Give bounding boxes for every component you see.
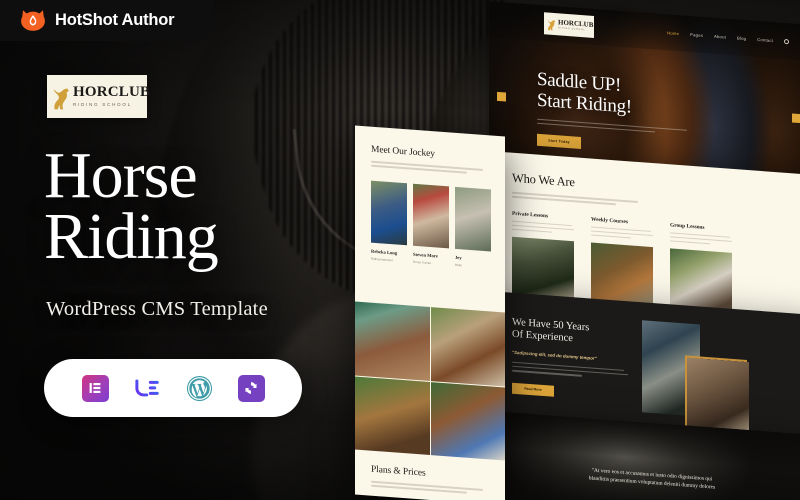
mockup-jockey-member: Rebeka Long Riding Instructor [371, 180, 407, 263]
mockup-who-column-text [512, 220, 574, 234]
mockup-jockey-member: Steven More Horse Trainer [413, 183, 449, 266]
mockup-jockey-name: Steven More [413, 251, 438, 259]
mockup-gallery-image [430, 381, 505, 461]
mockup-jockey-paragraph [371, 160, 491, 175]
mockup-jockey-members: Rebeka Long Riding Instructor Steven Mor… [371, 180, 491, 269]
tech-stack-pill [44, 359, 302, 417]
mockup-who-column-text [591, 226, 653, 240]
hotshot-author-label: HotShot Author [55, 11, 175, 29]
mockup-gallery-image [355, 301, 430, 381]
mockup-jockey-photo [371, 180, 407, 245]
mockup-who-column: Weekly Courses [591, 216, 653, 310]
mockup-who-column-title: Group Lessons [670, 222, 705, 231]
mockup-who-column-title: Private Lessons [512, 210, 549, 220]
mockup-jockey-heading: Meet Our Jockey [371, 144, 435, 160]
mockup-plans-section: Plans & Prices [371, 465, 491, 495]
wordpress-glyph [186, 375, 212, 401]
logo-name: HORCLUB [73, 84, 151, 101]
mockup-jockey-role: Horse Trainer [413, 259, 432, 265]
page-title: Horse Riding [44, 143, 344, 273]
mockup-nav-item-blog[interactable]: Blog [737, 35, 746, 41]
mockup-jockey-member: Jey Rider [455, 186, 491, 270]
wordpress-icon[interactable] [186, 375, 213, 402]
mockup-jockey-name: Jey [455, 254, 462, 261]
mockup-nav-links: Home Pages About Blog Contact [667, 30, 789, 44]
chevron-left-icon[interactable] [497, 91, 506, 102]
page-subtitle: WordPress CMS Template [46, 298, 268, 320]
fox-flame-icon [20, 9, 46, 33]
sync-arrows-glyph [245, 382, 257, 394]
elementor-icon[interactable] [81, 374, 109, 402]
mockup-jockey-name: Rebeka Long [371, 248, 398, 256]
chevron-right-icon[interactable] [792, 113, 800, 124]
mockup-jockey-photo [455, 186, 491, 252]
mockup-nav-logo: HORCLUB RIDING SCHOOL [544, 12, 594, 38]
cart-icon[interactable] [784, 38, 789, 44]
mockup-who-column: Private Lessons [512, 210, 574, 304]
mockup-experience-image-horse [687, 357, 749, 435]
uicore-glyph [134, 379, 159, 397]
mockup-gallery-image [355, 375, 430, 455]
mockup-who-column: Group Lessons [670, 222, 732, 316]
mockup-nav-item-contact[interactable]: Contact [757, 36, 773, 42]
brand-panel: HORCLUB RIDING SCHOOL Horse Riding WordP… [0, 0, 350, 500]
mockup-experience-title: We Have 50 Years Of Experience [512, 317, 632, 351]
mockup-hero-copy: Saddle UP! Start Riding! Start Today [537, 69, 697, 158]
mockup-jockey-role: Rider [455, 262, 463, 268]
revolution-slider-icon[interactable] [237, 374, 265, 402]
mockup-who-column-title: Weekly Courses [591, 216, 628, 225]
mockup-gallery-image [430, 307, 505, 387]
mockup-nav-item-home[interactable]: Home [667, 30, 679, 36]
horse-silhouette-icon [53, 88, 69, 109]
mockup-gallery-grid [355, 301, 505, 461]
mockup-experience-button[interactable]: Read More [512, 382, 554, 397]
mockup-jockey-role: Riding Instructor [371, 256, 393, 262]
mockup-nav-item-about[interactable]: About [714, 33, 726, 39]
hotshot-author-badge: HotShot Author [0, 0, 213, 41]
mockup-plans-heading: Plans & Prices [371, 464, 426, 479]
mockup-experience-paragraph [512, 361, 632, 380]
page-title-line2: Riding [44, 199, 219, 273]
mockup-jockey-page: Meet Our Jockey Rebeka Long Riding Instr… [355, 125, 505, 500]
elementor-glyph [89, 383, 101, 393]
uicore-icon[interactable] [134, 375, 161, 402]
mockup-plans-paragraph [371, 480, 491, 495]
mockup-who-heading: Who We Are [512, 170, 575, 190]
mockup-nav-item-pages[interactable]: Pages [690, 32, 703, 38]
mockup-experience-quote: "Sadipscing elit, sed do dummy tempor" [512, 349, 597, 361]
horclub-logo: HORCLUB RIDING SCHOOL [47, 75, 151, 118]
mockup-jockey-photo [413, 183, 449, 249]
logo-subtitle: RIDING SCHOOL [73, 102, 132, 108]
mockup-who-column-text [670, 232, 732, 246]
horse-silhouette-icon [547, 19, 556, 30]
